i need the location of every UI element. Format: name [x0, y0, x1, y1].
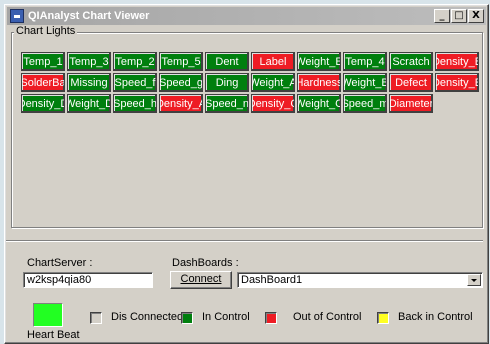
dashboards-label: DashBoards :: [172, 257, 239, 269]
chart-light-solderba[interactable]: SolderBa: [21, 73, 65, 92]
chart-light-density-e[interactable]: Density_E: [435, 73, 479, 92]
chart-lights-label: Chart Lights: [14, 25, 78, 37]
heartbeat-indicator: [33, 303, 63, 327]
chart-light-defect[interactable]: Defect: [389, 73, 433, 92]
connect-button[interactable]: Connect: [170, 271, 232, 289]
app-icon[interactable]: [10, 9, 24, 23]
chart-light-temp-5[interactable]: Temp_5: [159, 52, 203, 71]
in-control-swatch: [181, 312, 193, 324]
chart-light-weight-b[interactable]: Weight_B: [343, 73, 387, 92]
chart-lights-grid: Temp_1 Temp_3 Temp_2 Temp_5 Dent Label Weight_…: [21, 52, 481, 115]
chart-light-density-c[interactable]: Density_C: [251, 94, 295, 113]
back-in-control-swatch: [377, 312, 389, 324]
chart-light-scratch[interactable]: Scratch: [389, 52, 433, 71]
connect-button-label: Connect: [180, 273, 222, 285]
chart-light-temp-4[interactable]: Temp_4: [343, 52, 387, 71]
chart-light-label[interactable]: Label: [251, 52, 295, 71]
chart-light-speed-g[interactable]: Speed_g: [159, 73, 203, 92]
chart-light-weight-e[interactable]: Weight_E: [297, 52, 341, 71]
disconnected-swatch: [90, 312, 102, 324]
chart-light-speed-m[interactable]: Speed_m: [343, 94, 387, 113]
heartbeat-label: Heart Beat: [27, 329, 80, 341]
chart-light-weight-d[interactable]: Weight_D: [67, 94, 111, 113]
chart-light-ding[interactable]: Ding: [205, 73, 249, 92]
chart-light-speed-f[interactable]: Speed_f: [113, 73, 157, 92]
chart-light-speed-h[interactable]: Speed_h: [113, 94, 157, 113]
in-control-label: In Control: [202, 311, 250, 323]
dashboard-select[interactable]: DashBoard1: [237, 272, 483, 288]
window-title: QIAnalyst Chart Viewer: [28, 10, 150, 22]
chart-light-diameter[interactable]: Diameter: [389, 94, 433, 113]
disconnected-label: Dis Connected: [111, 311, 184, 323]
window-controls: _ □ X: [433, 9, 484, 23]
minimize-button[interactable]: _: [434, 9, 450, 23]
chart-light-dent[interactable]: Dent: [205, 52, 249, 71]
chart-light-weight-a[interactable]: Weight_A: [251, 73, 295, 92]
chart-light-missing[interactable]: Missing: [67, 73, 111, 92]
maximize-button[interactable]: □: [451, 9, 467, 23]
chart-light-weight-c[interactable]: Weight_C: [297, 94, 341, 113]
chart-server-input[interactable]: w2ksp4qia80: [23, 272, 153, 288]
chart-light-density-b[interactable]: Density_B: [435, 52, 479, 71]
chevron-down-icon[interactable]: [467, 274, 481, 286]
chart-light-hardness[interactable]: Hardness: [297, 73, 341, 92]
back-in-control-label: Back in Control: [398, 311, 473, 323]
chart-light-density-d[interactable]: Density_D: [21, 94, 65, 113]
out-of-control-swatch: [265, 312, 277, 324]
chart-light-temp-1[interactable]: Temp_1: [21, 52, 65, 71]
chart-light-density-a[interactable]: Density_A: [159, 94, 203, 113]
dashboard-selected-value: DashBoard1: [241, 274, 303, 286]
chart-server-label: ChartServer :: [27, 257, 93, 269]
chart-light-speed-n[interactable]: Speed_n: [205, 94, 249, 113]
chart-light-temp-3[interactable]: Temp_3: [67, 52, 111, 71]
chart-light-temp-2[interactable]: Temp_2: [113, 52, 157, 71]
out-of-control-label: Out of Control: [293, 311, 362, 323]
close-button[interactable]: X: [468, 9, 484, 23]
connection-panel: [6, 240, 483, 340]
title-bar[interactable]: QIAnalyst Chart Viewer _ □ X: [7, 7, 486, 25]
